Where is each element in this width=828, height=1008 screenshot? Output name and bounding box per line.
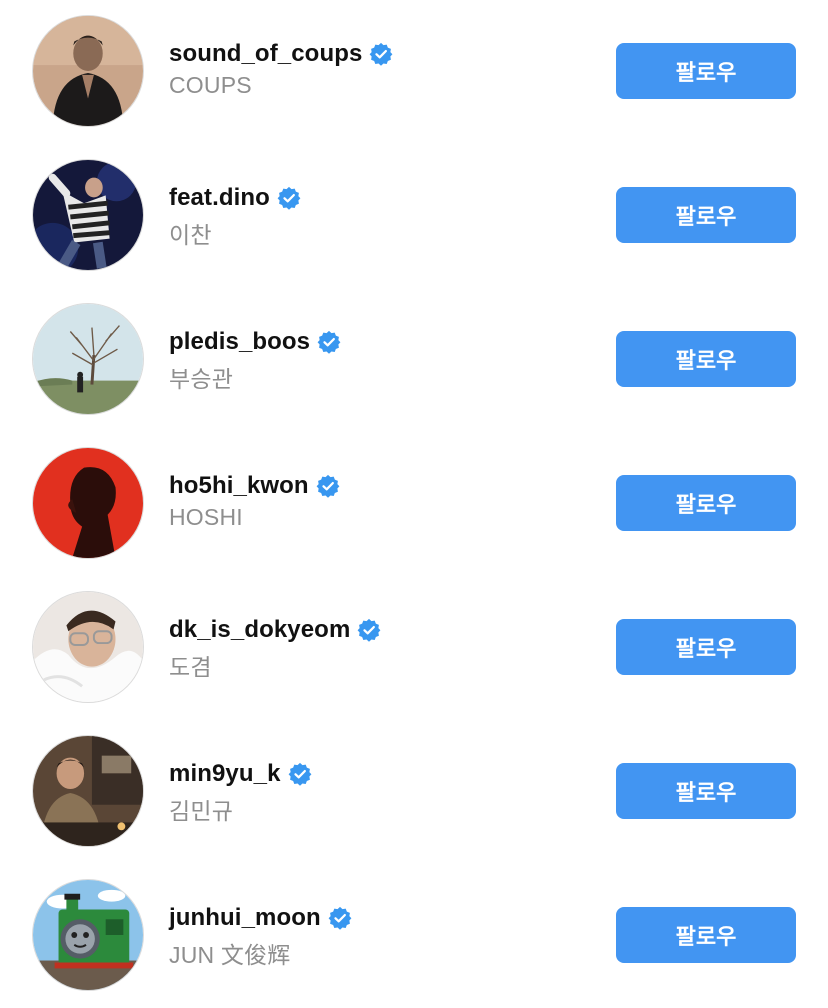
verified-badge-icon xyxy=(316,474,340,498)
account-names: min9yu_k 김민규 xyxy=(169,758,312,826)
account-names: junhui_moon JUN 文俊辉 xyxy=(169,902,352,970)
username[interactable]: junhui_moon xyxy=(169,904,321,932)
profile-photo xyxy=(33,304,143,414)
verified-badge-icon xyxy=(277,186,301,210)
profile-photo xyxy=(33,736,143,846)
avatar[interactable] xyxy=(32,735,144,847)
account-names: ho5hi_kwon HOSHI xyxy=(169,470,340,531)
suggested-accounts-list: sound_of_coups COUPS 팔로우 feat.dino 이찬 팔로… xyxy=(0,0,828,1005)
verified-badge-icon xyxy=(357,618,381,642)
full-name: 부승관 xyxy=(169,366,234,392)
profile-photo xyxy=(33,16,143,126)
follow-button[interactable]: 팔로우 xyxy=(616,331,796,387)
full-name: HOSHI xyxy=(169,504,243,530)
username[interactable]: feat.dino xyxy=(169,184,270,212)
follow-button[interactable]: 팔로우 xyxy=(616,619,796,675)
verified-badge-icon xyxy=(317,330,341,354)
account-row: feat.dino 이찬 팔로우 xyxy=(0,144,828,288)
username[interactable]: dk_is_dokyeom xyxy=(169,616,350,644)
follow-button[interactable]: 팔로우 xyxy=(616,907,796,963)
full-name: COUPS xyxy=(169,72,252,98)
avatar[interactable] xyxy=(32,447,144,559)
avatar[interactable] xyxy=(32,879,144,991)
profile-photo xyxy=(33,160,143,270)
profile-photo xyxy=(33,448,143,558)
verified-badge-icon xyxy=(328,906,352,930)
account-row: junhui_moon JUN 文俊辉 팔로우 xyxy=(0,864,828,1008)
follow-button[interactable]: 팔로우 xyxy=(616,187,796,243)
profile-photo xyxy=(33,880,143,990)
username[interactable]: min9yu_k xyxy=(169,760,281,788)
username[interactable]: pledis_boos xyxy=(169,328,310,356)
account-row: pledis_boos 부승관 팔로우 xyxy=(0,288,828,432)
avatar[interactable] xyxy=(32,15,144,127)
full-name: 도겸 xyxy=(169,654,212,680)
account-names: pledis_boos 부승관 xyxy=(169,326,341,394)
follow-button[interactable]: 팔로우 xyxy=(616,475,796,531)
avatar[interactable] xyxy=(32,159,144,271)
profile-photo xyxy=(33,592,143,702)
account-row: dk_is_dokyeom 도겸 팔로우 xyxy=(0,576,828,720)
account-names: feat.dino 이찬 xyxy=(169,182,301,250)
full-name: JUN 文俊辉 xyxy=(169,942,291,968)
account-names: dk_is_dokyeom 도겸 xyxy=(169,614,381,682)
avatar[interactable] xyxy=(32,303,144,415)
verified-badge-icon xyxy=(369,42,393,66)
account-row: min9yu_k 김민규 팔로우 xyxy=(0,720,828,864)
username[interactable]: sound_of_coups xyxy=(169,40,362,68)
follow-button[interactable]: 팔로우 xyxy=(616,763,796,819)
avatar[interactable] xyxy=(32,591,144,703)
verified-badge-icon xyxy=(288,762,312,786)
account-row: sound_of_coups COUPS 팔로우 xyxy=(0,0,828,144)
account-row: ho5hi_kwon HOSHI 팔로우 xyxy=(0,432,828,576)
account-names: sound_of_coups COUPS xyxy=(169,38,393,99)
follow-button[interactable]: 팔로우 xyxy=(616,43,796,99)
full-name: 김민규 xyxy=(169,798,234,824)
username[interactable]: ho5hi_kwon xyxy=(169,472,309,500)
full-name: 이찬 xyxy=(169,222,212,248)
